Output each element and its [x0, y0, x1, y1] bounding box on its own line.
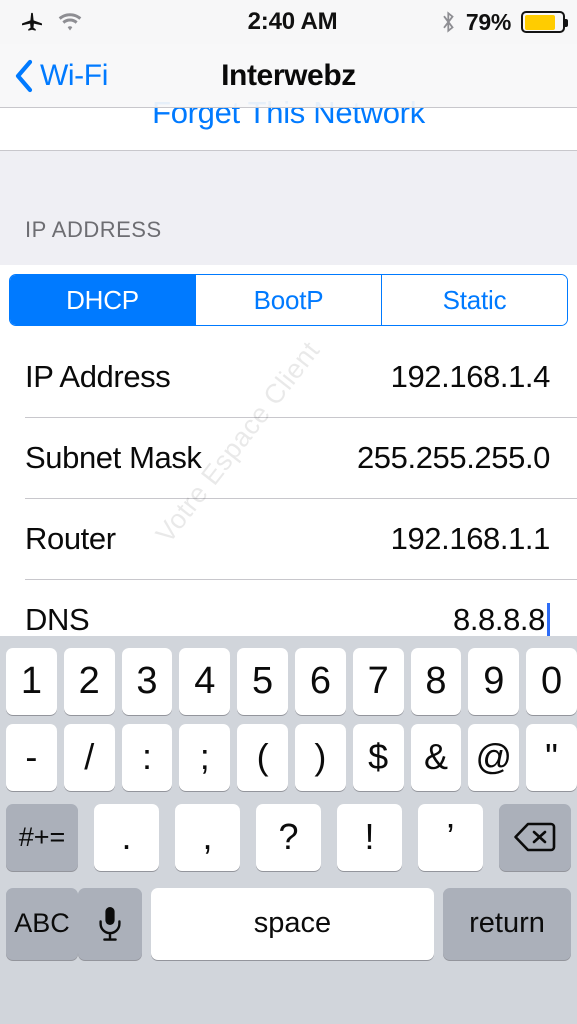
row-label: Router	[25, 520, 116, 556]
key-abc[interactable]: ABC	[6, 887, 78, 960]
row-label: IP Address	[25, 358, 171, 394]
row-label: DNS	[25, 601, 90, 637]
keyboard-row-numbers: 1 2 3 4 5 6 7 8 9 0	[0, 636, 577, 715]
airplane-mode-icon	[20, 10, 44, 34]
row-value-text: 8.8.8.8	[452, 601, 545, 637]
key-period[interactable]: .	[94, 803, 159, 871]
row-value[interactable]: 255.255.255.0	[357, 440, 550, 476]
ip-config-segmented-control[interactable]: DHCP BootP Static	[9, 274, 568, 326]
key-dollar[interactable]: $	[352, 723, 404, 791]
key-double-quote[interactable]: "	[526, 723, 577, 791]
dns-input-field[interactable]: 8.8.8.8	[452, 601, 550, 637]
table-row-subnet-mask[interactable]: Subnet Mask 255.255.255.0	[0, 417, 577, 498]
key-comma[interactable]: ,	[175, 803, 240, 871]
battery-fill	[524, 14, 555, 30]
key-slash[interactable]: /	[63, 723, 115, 791]
key-paren-close[interactable]: )	[294, 723, 346, 791]
segment-dhcp[interactable]: DHCP	[10, 275, 196, 325]
text-cursor	[547, 602, 550, 636]
table-row-dns[interactable]: DNS 8.8.8.8	[0, 579, 577, 636]
key-paren-open[interactable]: (	[237, 723, 288, 791]
key-backspace[interactable]	[499, 803, 571, 871]
key-0[interactable]: 0	[526, 648, 577, 715]
table-row-ip-address[interactable]: IP Address 192.168.1.4	[0, 336, 577, 417]
navigation-bar: Wi-Fi Interwebz	[0, 44, 577, 108]
ip-address-section-header: IP ADDRESS	[0, 150, 577, 265]
numeric-symbol-keyboard[interactable]: 1 2 3 4 5 6 7 8 9 0 - / : ; ( ) $ & @ " …	[0, 636, 577, 1024]
status-bar-clock: 2:40 AM	[247, 8, 338, 35]
keyboard-row-symbols: - / : ; ( ) $ & @ "	[0, 714, 577, 794]
row-value-text: 192.168.1.1	[390, 520, 551, 556]
ip-config-mode-container: DHCP BootP Static	[0, 265, 577, 336]
key-dictation[interactable]	[78, 887, 142, 960]
iphone-screen: Forget This Network IP ADDRESS DHCP Boot…	[0, 0, 577, 1024]
keyboard-row-punctuation: #+= . , ? ! ’	[0, 794, 577, 874]
key-2[interactable]: 2	[63, 648, 115, 715]
key-3[interactable]: 3	[121, 648, 173, 715]
section-header-label: IP ADDRESS	[25, 217, 162, 242]
backspace-icon	[513, 821, 557, 853]
key-6[interactable]: 6	[294, 648, 346, 715]
battery-icon	[521, 11, 568, 33]
row-value-text: 192.168.1.4	[390, 358, 551, 394]
row-label: Subnet Mask	[25, 439, 202, 475]
key-semicolon[interactable]: ;	[179, 723, 231, 791]
status-bar-right: 79%	[385, 9, 577, 36]
key-7[interactable]: 7	[352, 648, 404, 715]
key-colon[interactable]: :	[121, 723, 173, 791]
keyboard-row-bottom: ABC space return	[0, 874, 577, 964]
bluetooth-icon	[441, 9, 456, 35]
segment-bootp[interactable]: BootP	[196, 275, 382, 325]
key-space[interactable]: space	[151, 887, 434, 960]
key-exclamation[interactable]: !	[337, 803, 402, 871]
microphone-icon	[96, 904, 124, 944]
key-4[interactable]: 4	[179, 648, 231, 715]
wifi-icon	[57, 12, 83, 32]
segment-static[interactable]: Static	[382, 275, 567, 325]
table-row-router[interactable]: Router 192.168.1.1	[0, 498, 577, 579]
key-at[interactable]: @	[468, 723, 520, 791]
key-hyphen[interactable]: -	[6, 723, 57, 791]
battery-percent-label: 79%	[465, 8, 511, 35]
status-bar: 2:40 AM 79%	[0, 0, 577, 44]
ip-details-table: IP Address 192.168.1.4 Subnet Mask 255.2…	[0, 336, 577, 636]
key-symbol-shift[interactable]: #+=	[6, 803, 78, 871]
row-value[interactable]: 192.168.1.1	[390, 520, 551, 557]
status-bar-left	[0, 10, 200, 34]
key-apostrophe[interactable]: ’	[418, 803, 483, 871]
key-8[interactable]: 8	[410, 648, 462, 715]
row-value-text: 255.255.255.0	[356, 439, 550, 475]
key-return[interactable]: return	[443, 887, 571, 960]
page-title: Interwebz	[221, 58, 356, 92]
battery-cap	[565, 19, 568, 27]
key-5[interactable]: 5	[237, 648, 288, 715]
key-ampersand[interactable]: &	[410, 723, 462, 791]
key-1[interactable]: 1	[6, 648, 57, 715]
key-question[interactable]: ?	[256, 803, 321, 871]
key-9[interactable]: 9	[468, 648, 520, 715]
row-value[interactable]: 192.168.1.4	[390, 358, 551, 395]
